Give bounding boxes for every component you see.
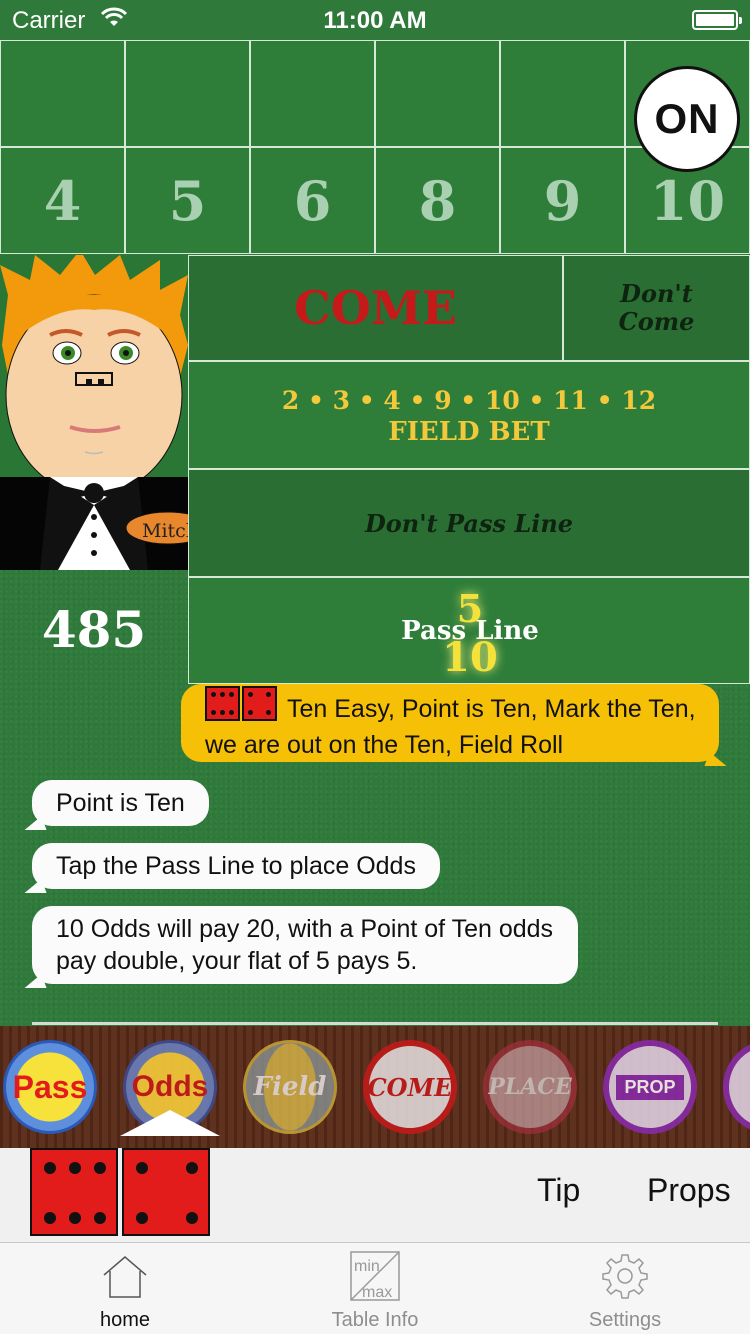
field-bet-area[interactable]: 2 • 3 • 4 • 9 • 10 • 11 • 12 FIELD BET xyxy=(188,361,750,469)
dont-come-label-2: Come xyxy=(618,307,695,336)
rolled-dice-icon xyxy=(205,686,279,729)
scroll-indicator xyxy=(32,1022,718,1025)
field-label: FIELD BET xyxy=(388,417,550,447)
place-bet-6[interactable] xyxy=(250,40,375,147)
place-bet-5[interactable] xyxy=(125,40,250,147)
on-puck: ON xyxy=(634,66,740,172)
place-number-9[interactable]: 9 xyxy=(500,147,625,254)
status-bar: Carrier 11:00 AM xyxy=(0,0,750,40)
die-2[interactable] xyxy=(122,1148,210,1236)
dealer-message-3: 10 Odds will pay 20, with a Point of Ten… xyxy=(32,906,578,984)
tab-home[interactable]: home xyxy=(0,1243,250,1334)
home-icon xyxy=(103,1256,147,1298)
pass-bet-amount: 5 xyxy=(456,586,484,631)
place-number-5[interactable]: 5 xyxy=(125,147,250,254)
come-bet-area[interactable]: COME xyxy=(188,255,563,361)
prop-chip-button[interactable]: PROP xyxy=(603,1040,697,1134)
dealer-avatar: Mitch xyxy=(0,255,188,570)
place-chip-button[interactable]: PLACE xyxy=(483,1040,577,1134)
dont-come-label-1: Don't xyxy=(620,279,693,308)
dealer-message-2: Tap the Pass Line to place Odds xyxy=(32,843,440,889)
svg-text:max: max xyxy=(362,1284,392,1301)
dealer-name-tag: Mitch xyxy=(142,520,188,542)
place-number-4[interactable]: 4 xyxy=(0,147,125,254)
chip-selector-indicator xyxy=(120,1110,220,1136)
gear-icon xyxy=(602,1254,648,1299)
tab-settings-label: Settings xyxy=(588,1309,662,1331)
field-numbers: 2 • 3 • 4 • 9 • 10 • 11 • 12 xyxy=(281,386,657,415)
tab-table-info-label: Table Info xyxy=(331,1309,419,1331)
dealer-message-1: Point is Ten xyxy=(32,780,209,826)
come-chip-button[interactable]: COME xyxy=(363,1040,457,1134)
place-bet-9[interactable] xyxy=(500,40,625,147)
dont-pass-bet-area[interactable]: Don't Pass Line xyxy=(188,469,750,577)
dont-come-bet-area[interactable]: Don't Come xyxy=(563,255,750,361)
field-chip-button[interactable]: Field xyxy=(243,1040,337,1134)
tab-bar: home min max Table Info Settings xyxy=(0,1242,750,1334)
prop-chip-button-2[interactable]: P xyxy=(723,1040,750,1134)
tab-home-label: home xyxy=(99,1309,151,1331)
clock: 11:00 AM xyxy=(323,7,427,34)
place-number-8[interactable]: 8 xyxy=(375,147,500,254)
pass-odds-amount: 10 xyxy=(442,634,498,681)
chip-rail: Pass Odds Field COME PLACE PROP P xyxy=(0,1026,750,1148)
tab-settings[interactable]: Settings xyxy=(500,1243,750,1334)
die-1[interactable] xyxy=(30,1148,118,1236)
tip-button[interactable]: Tip xyxy=(537,1172,580,1209)
place-bet-8[interactable] xyxy=(375,40,500,147)
place-number-6[interactable]: 6 xyxy=(250,147,375,254)
battery-icon xyxy=(692,10,742,30)
pass-chip-button[interactable]: Pass xyxy=(3,1040,97,1134)
roll-result-bubble: Ten Easy, Point is Ten, Mark the Ten, we… xyxy=(181,684,719,762)
bankroll-value: 485 xyxy=(41,600,147,659)
props-button[interactable]: Props xyxy=(647,1172,731,1209)
svg-text:min: min xyxy=(354,1258,380,1275)
pass-line-bet-area[interactable]: Pass Line 5 10 xyxy=(188,577,750,684)
place-bet-4[interactable] xyxy=(0,40,125,147)
tab-table-info[interactable]: min max Table Info xyxy=(250,1243,500,1334)
min-max-icon: min max xyxy=(350,1251,400,1301)
